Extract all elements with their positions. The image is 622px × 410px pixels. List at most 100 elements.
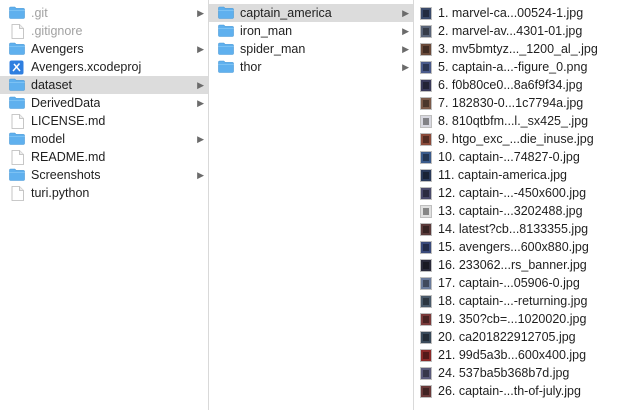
disclosure-arrow-icon: ▶ — [402, 62, 409, 72]
column-project-root[interactable]: .git ▶ .gitignore Avengers ▶ Avengers.xcodepr… — [0, 0, 209, 410]
disclosure-arrow-icon: ▶ — [402, 26, 409, 36]
column3-item[interactable]: 5. captain-a...-figure_0.png — [414, 58, 622, 76]
image-thumbnail-icon — [420, 240, 432, 254]
column3-item[interactable]: 2. marvel-av...4301-01.jpg — [414, 22, 622, 40]
column3-item-label: 3. mv5bmtyz..._1200_al_.jpg — [438, 42, 598, 56]
column-dataset[interactable]: captain_america ▶ iron_man ▶ spider_man ▶ thor… — [209, 0, 414, 410]
column3-item-label: 26. captain-...th-of-july.jpg — [438, 384, 581, 398]
column1-item[interactable]: Avengers ▶ — [0, 40, 208, 58]
document-icon — [11, 150, 25, 165]
image-thumbnail-icon — [420, 6, 432, 20]
column3-item[interactable]: 20. ca201822912705.jpg — [414, 328, 622, 346]
folder-icon — [9, 96, 25, 110]
column3-item[interactable]: 7. 182830-0...1c7794a.jpg — [414, 94, 622, 112]
image-thumbnail-icon — [420, 42, 432, 56]
image-thumbnail-icon — [420, 366, 432, 380]
column3-item-label: 1. marvel-ca...00524-1.jpg — [438, 6, 584, 20]
column3-item[interactable]: 18. captain-...-returning.jpg — [414, 292, 622, 310]
image-thumbnail-icon — [420, 276, 432, 290]
image-thumbnail-icon — [420, 132, 432, 146]
column3-item[interactable]: 12. captain-...-450x600.jpg — [414, 184, 622, 202]
column1-item-label: .git — [31, 6, 48, 20]
column1-item[interactable]: Avengers.xcodeproj — [0, 58, 208, 76]
column3-item[interactable]: 17. captain-...05906-0.jpg — [414, 274, 622, 292]
folder-icon — [218, 60, 234, 74]
column3-item[interactable]: 3. mv5bmtyz..._1200_al_.jpg — [414, 40, 622, 58]
disclosure-arrow-icon: ▶ — [402, 8, 409, 18]
column-captain-america[interactable]: 1. marvel-ca...00524-1.jpg 2. marvel-av..… — [414, 0, 622, 410]
column2-item[interactable]: thor ▶ — [209, 58, 413, 76]
column3-item[interactable]: 16. 233062...rs_banner.jpg — [414, 256, 622, 274]
column1-item[interactable]: README.md — [0, 148, 208, 166]
column3-item[interactable]: 21. 99d5a3b...600x400.jpg — [414, 346, 622, 364]
column3-item-label: 12. captain-...-450x600.jpg — [438, 186, 587, 200]
column3-item-label: 13. captain-...3202488.jpg — [438, 204, 583, 218]
folder-icon — [218, 6, 234, 20]
disclosure-arrow-icon: ▶ — [197, 170, 204, 180]
column3-item[interactable]: 14. latest?cb...8133355.jpg — [414, 220, 622, 238]
column3-item-label: 16. 233062...rs_banner.jpg — [438, 258, 587, 272]
column3-item-label: 9. htgo_exc_...die_inuse.jpg — [438, 132, 594, 146]
column3-item-label: 11. captain-america.jpg — [438, 168, 568, 182]
image-thumbnail-icon — [420, 384, 432, 398]
column1-item[interactable]: dataset ▶ — [0, 76, 208, 94]
image-thumbnail-icon — [420, 114, 432, 128]
image-thumbnail-icon — [420, 78, 432, 92]
column3-item[interactable]: 13. captain-...3202488.jpg — [414, 202, 622, 220]
column3-item[interactable]: 10. captain-...74827-0.jpg — [414, 148, 622, 166]
column1-item[interactable]: DerivedData ▶ — [0, 94, 208, 112]
image-thumbnail-icon — [420, 204, 432, 218]
disclosure-arrow-icon: ▶ — [197, 134, 204, 144]
xcode-project-icon — [9, 60, 25, 75]
image-thumbnail-icon — [420, 348, 432, 362]
image-thumbnail-icon — [420, 330, 432, 344]
folder-icon — [218, 24, 234, 38]
column3-item-label: 20. ca201822912705.jpg — [438, 330, 576, 344]
column2-item[interactable]: spider_man ▶ — [209, 40, 413, 58]
image-thumbnail-icon — [420, 60, 432, 74]
captain-america-file-list: 1. marvel-ca...00524-1.jpg 2. marvel-av..… — [414, 0, 622, 400]
column1-item-label: README.md — [31, 150, 106, 164]
column1-item[interactable]: model ▶ — [0, 130, 208, 148]
column3-item[interactable]: 6. f0b80ce0...8a6f9f34.jpg — [414, 76, 622, 94]
column3-item-label: 10. captain-...74827-0.jpg — [438, 150, 580, 164]
document-icon — [11, 24, 25, 39]
column3-item-label: 19. 350?cb=...1020020.jpg — [438, 312, 587, 326]
column1-item[interactable]: Screenshots ▶ — [0, 166, 208, 184]
column3-item[interactable]: 11. captain-america.jpg — [414, 166, 622, 184]
folder-icon — [9, 42, 25, 56]
column1-item[interactable]: LICENSE.md — [0, 112, 208, 130]
image-thumbnail-icon — [420, 222, 432, 236]
column3-item[interactable]: 1. marvel-ca...00524-1.jpg — [414, 4, 622, 22]
column1-item[interactable]: .git ▶ — [0, 4, 208, 22]
column2-item-label: thor — [240, 60, 262, 74]
column1-item-label: Screenshots — [31, 168, 101, 182]
column1-item[interactable]: turi.python — [0, 184, 208, 202]
disclosure-arrow-icon: ▶ — [197, 44, 204, 54]
column3-item[interactable]: 8. 810qtbfm...l._sx425_.jpg — [414, 112, 622, 130]
column2-item-label: spider_man — [240, 42, 306, 56]
image-thumbnail-icon — [420, 312, 432, 326]
disclosure-arrow-icon: ▶ — [197, 98, 204, 108]
column3-item[interactable]: 15. avengers...600x880.jpg — [414, 238, 622, 256]
image-thumbnail-icon — [420, 150, 432, 164]
column1-item[interactable]: .gitignore — [0, 22, 208, 40]
image-thumbnail-icon — [420, 258, 432, 272]
disclosure-arrow-icon: ▶ — [197, 80, 204, 90]
image-thumbnail-icon — [420, 96, 432, 110]
column2-item[interactable]: iron_man ▶ — [209, 22, 413, 40]
column3-item[interactable]: 24. 537ba5b368b7d.jpg — [414, 364, 622, 382]
document-icon — [11, 186, 25, 201]
column1-item-label: LICENSE.md — [31, 114, 106, 128]
column2-item-label: captain_america — [240, 6, 332, 20]
column1-item-label: .gitignore — [31, 24, 83, 38]
dataset-list: captain_america ▶ iron_man ▶ spider_man ▶ thor… — [209, 0, 413, 76]
column3-item[interactable]: 19. 350?cb=...1020020.jpg — [414, 310, 622, 328]
column3-item-label: 2. marvel-av...4301-01.jpg — [438, 24, 583, 38]
column2-item[interactable]: captain_america ▶ — [209, 4, 413, 22]
column3-item[interactable]: 26. captain-...th-of-july.jpg — [414, 382, 622, 400]
folder-icon — [9, 78, 25, 92]
folder-icon — [9, 168, 25, 182]
column3-item-label: 15. avengers...600x880.jpg — [438, 240, 589, 254]
column3-item[interactable]: 9. htgo_exc_...die_inuse.jpg — [414, 130, 622, 148]
